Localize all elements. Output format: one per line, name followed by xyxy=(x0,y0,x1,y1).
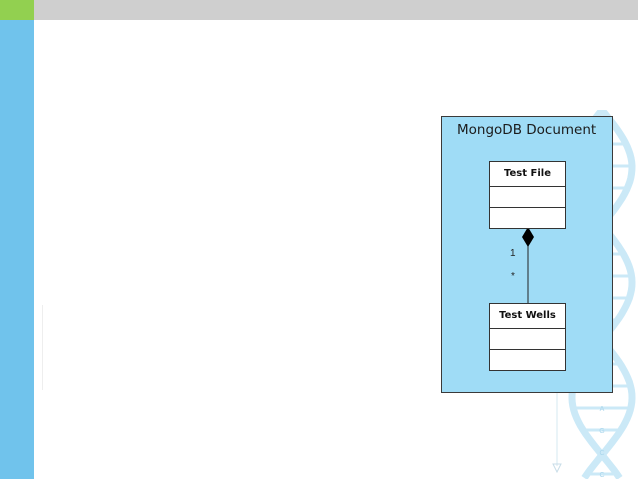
class-test-file-operations xyxy=(490,208,565,228)
top-accent-block xyxy=(0,0,34,20)
class-test-wells-attributes xyxy=(490,329,565,350)
class-test-wells: Test Wells xyxy=(489,303,566,371)
dna-base-letter: G xyxy=(599,428,604,435)
source-multiplicity: 1 xyxy=(510,248,516,259)
dna-base-letter: C xyxy=(599,472,604,479)
mongodb-document-container: MongoDB Document 1 * Test File Test Well… xyxy=(441,116,613,393)
class-test-file-attributes xyxy=(490,187,565,208)
composition-diamond xyxy=(522,227,534,247)
dna-base-letter: A xyxy=(600,406,605,413)
top-bar xyxy=(0,0,638,20)
left-sidebar-bar xyxy=(0,20,34,479)
dna-base-letter: C xyxy=(599,450,604,457)
class-test-file-name: Test File xyxy=(490,162,565,187)
target-multiplicity: * xyxy=(511,271,515,282)
class-test-file: Test File xyxy=(489,161,566,229)
faint-divider-line xyxy=(42,305,43,390)
class-test-wells-operations xyxy=(490,350,565,370)
class-test-wells-name: Test Wells xyxy=(490,304,565,329)
